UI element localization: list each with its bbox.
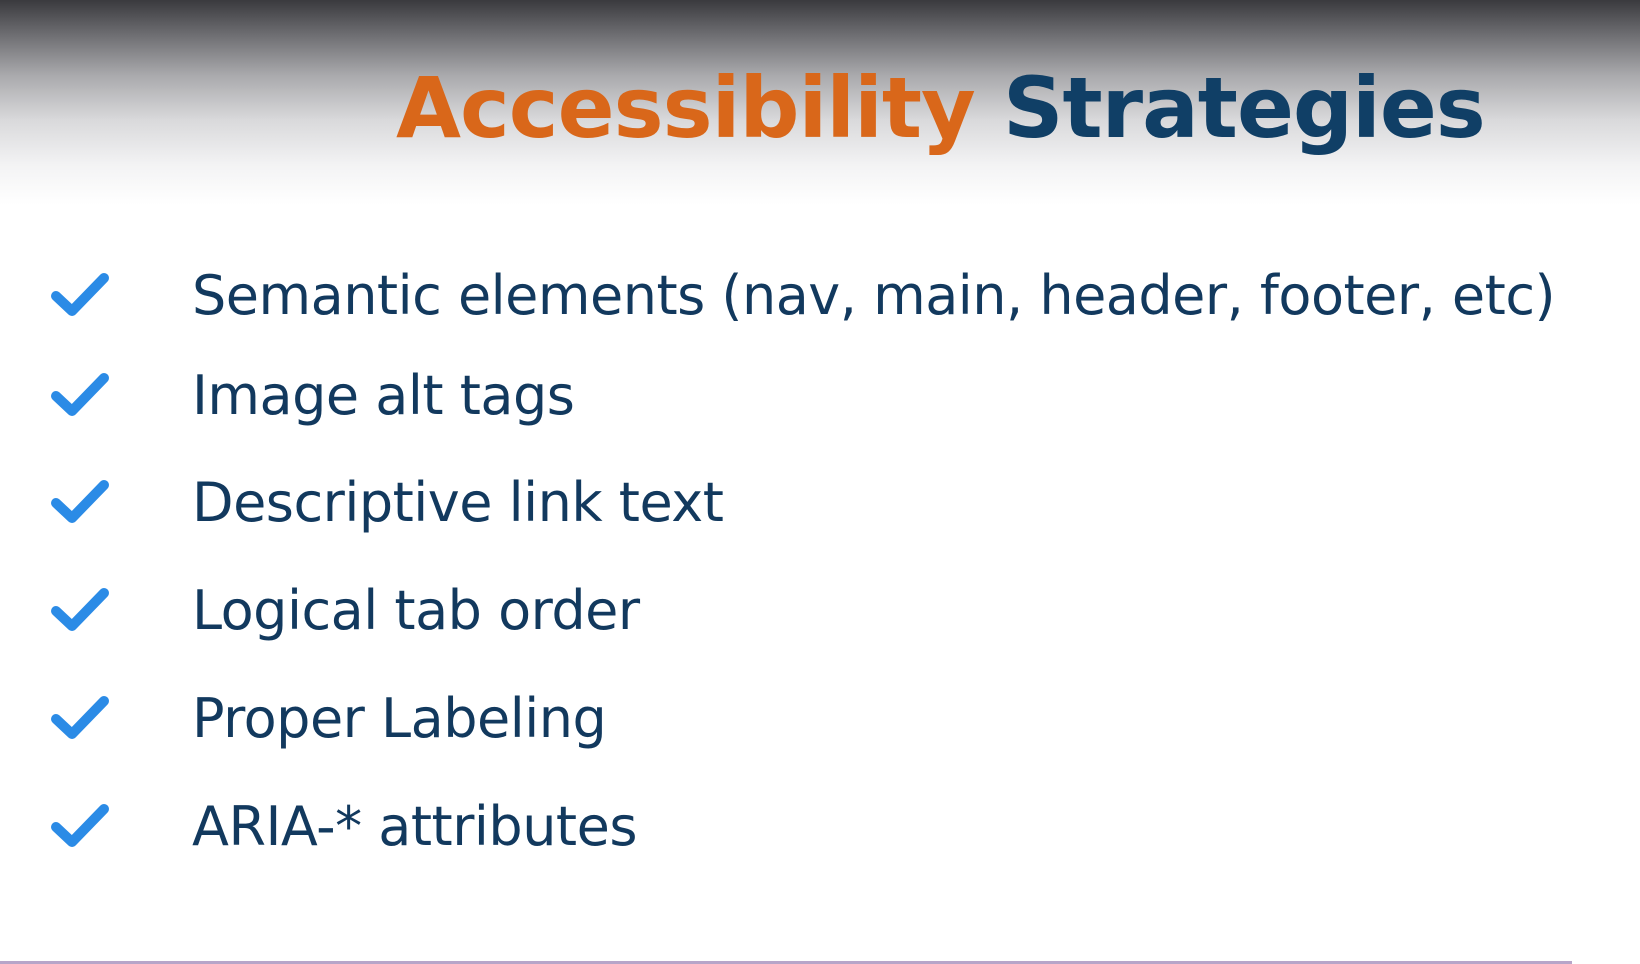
list-item-semantic-elements: Semantic elements (nav, main, header, fo…: [50, 255, 1556, 335]
checkmark-icon: [51, 373, 109, 416]
checkmark-icon: [51, 273, 109, 316]
checkmark-icon: [51, 696, 109, 739]
list-item-descriptive-link-text: Descriptive link text: [50, 462, 724, 542]
title-highlight-word: Accessibility: [396, 59, 976, 157]
checkmark-icon: [51, 480, 109, 523]
title-rest-word: Strategies: [1003, 59, 1486, 157]
list-item-label: Descriptive link text: [192, 470, 724, 534]
slide-title: Accessibility Strategies: [396, 58, 1486, 159]
list-item-logical-tab-order: Logical tab order: [50, 570, 640, 650]
list-item-label: ARIA-* attributes: [192, 794, 637, 858]
list-item-label: Proper Labeling: [192, 686, 607, 750]
list-item-image-alt-tags: Image alt tags: [50, 355, 575, 435]
list-item-label: Logical tab order: [192, 578, 640, 642]
list-item-label: Image alt tags: [192, 363, 575, 427]
checkmark-icon: [51, 804, 109, 847]
list-item-proper-labeling: Proper Labeling: [50, 678, 607, 758]
checkmark-icon: [51, 588, 109, 631]
list-item-aria-attributes: ARIA-* attributes: [50, 786, 637, 866]
list-item-label: Semantic elements (nav, main, header, fo…: [192, 263, 1556, 327]
slide: Accessibility Strategies Semantic elemen…: [0, 0, 1640, 964]
